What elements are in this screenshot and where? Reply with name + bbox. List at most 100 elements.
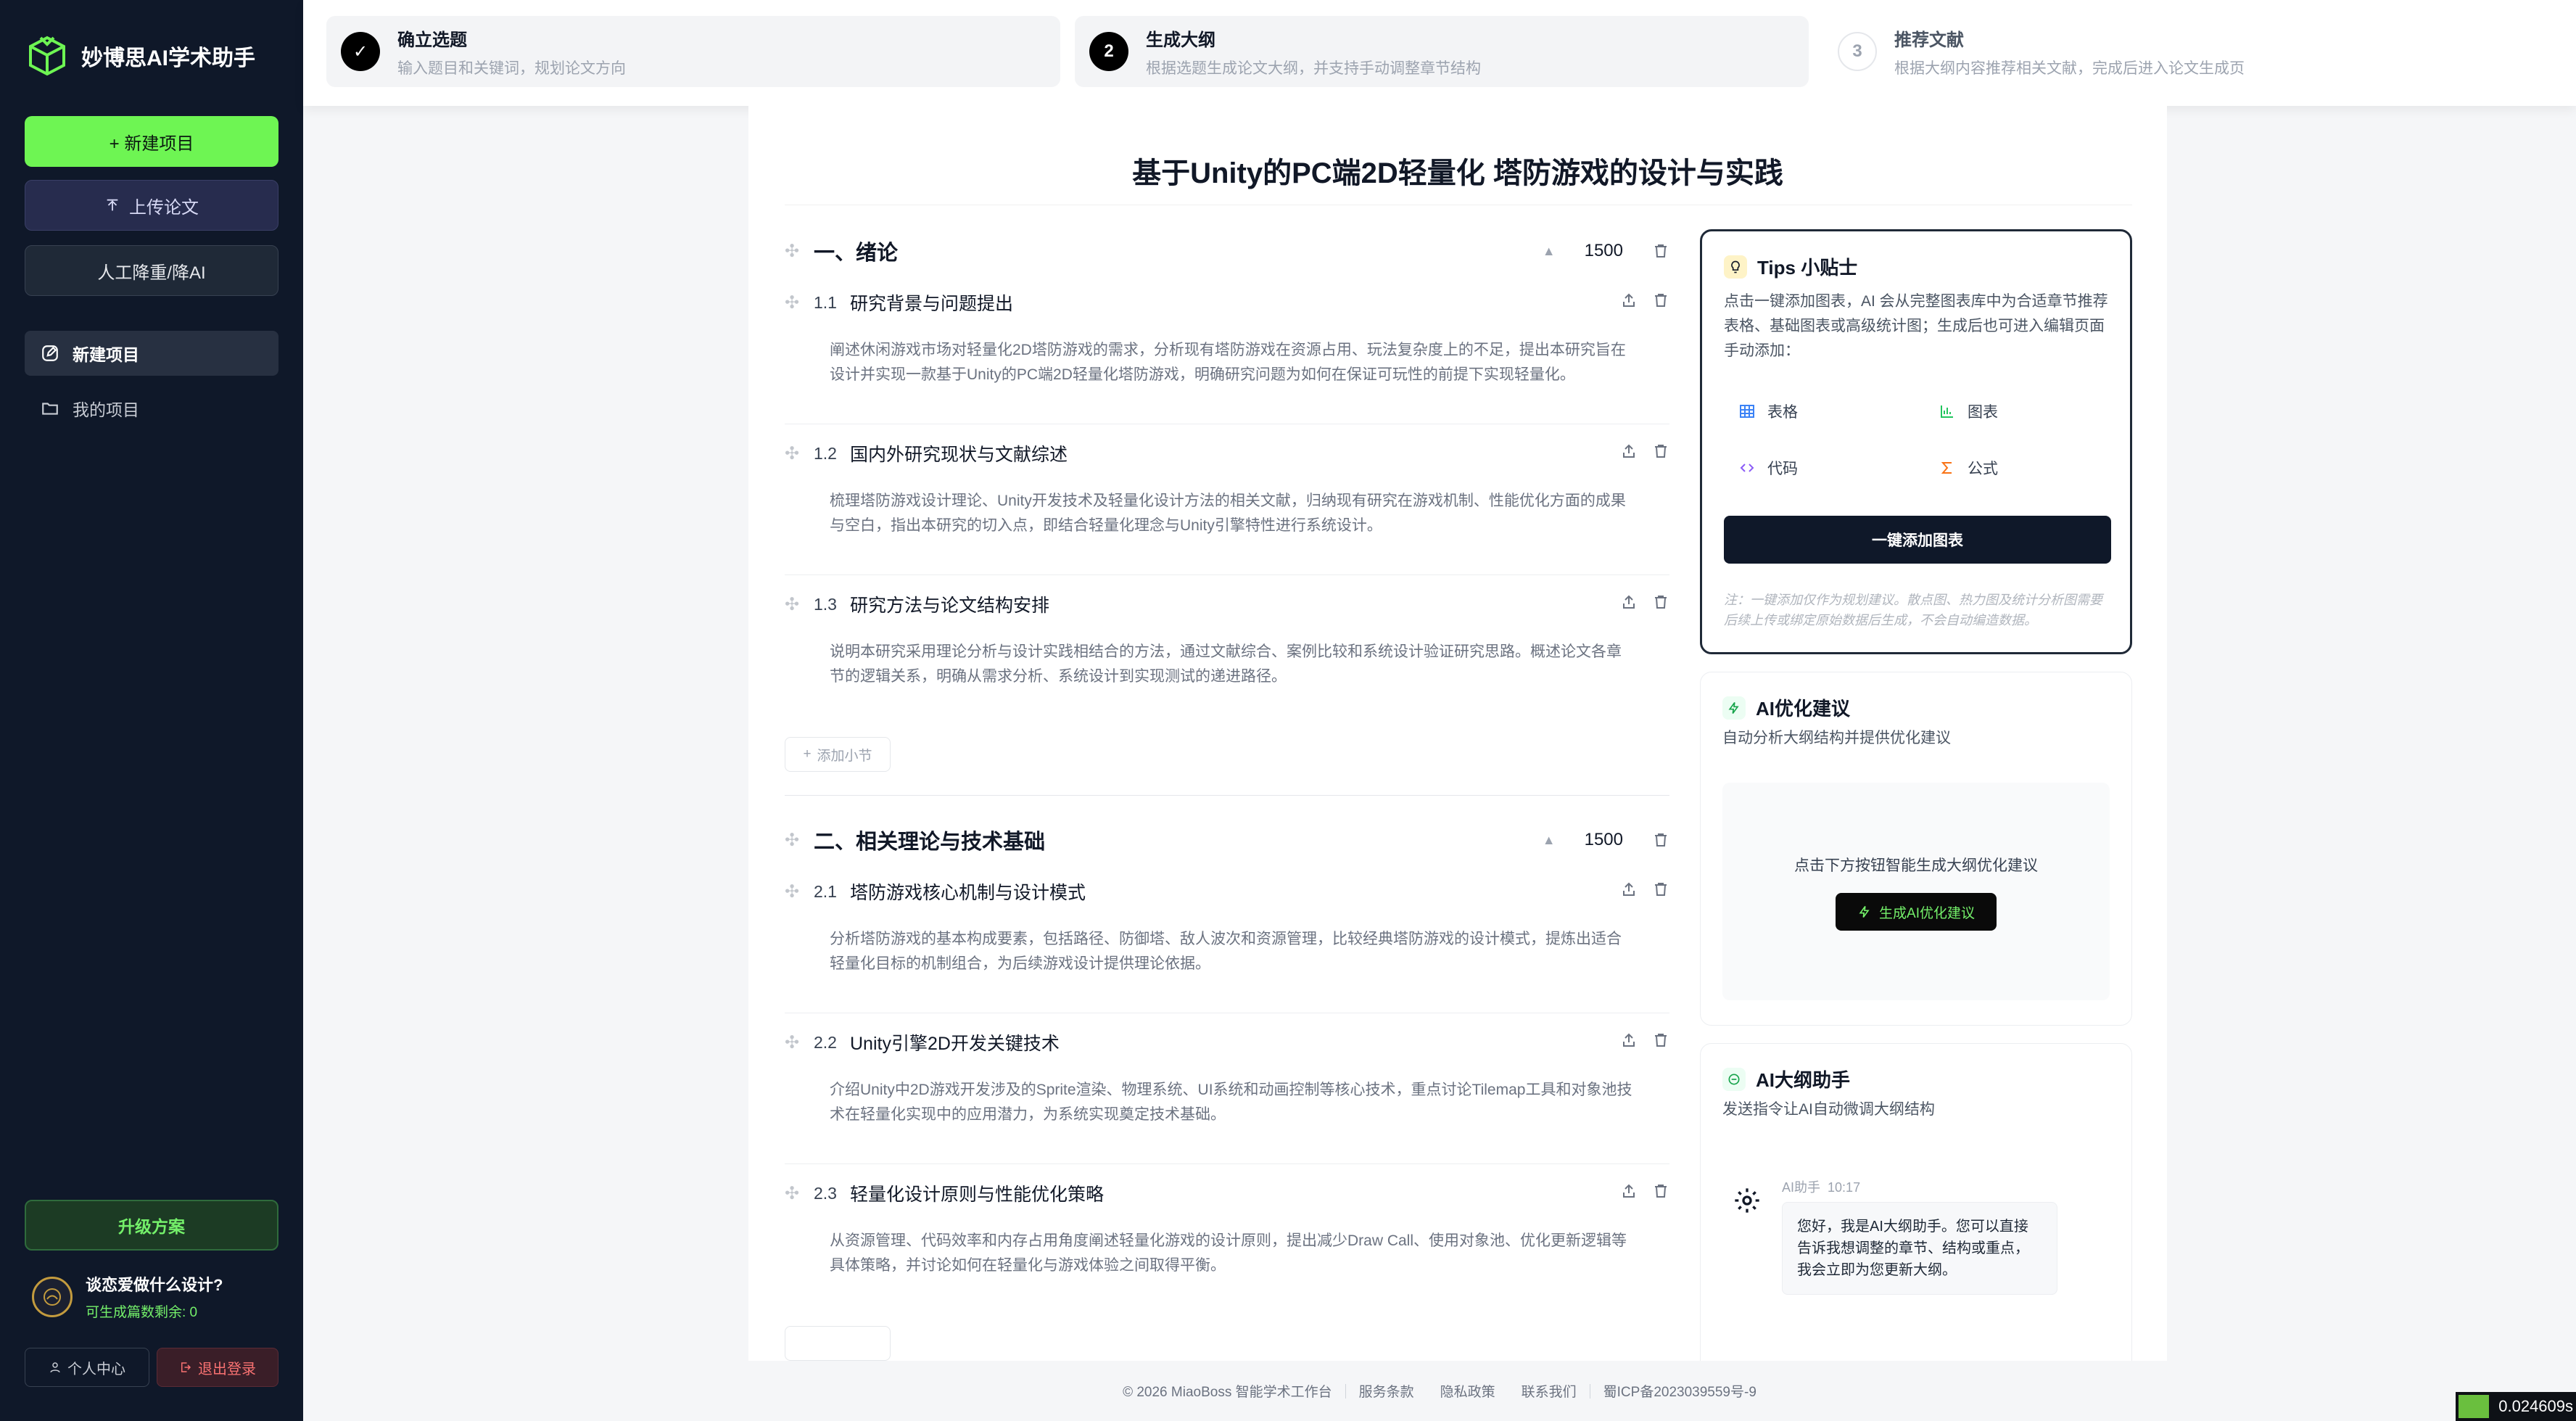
user-avatar-icon — [44, 1288, 61, 1306]
section-title[interactable]: 塔防游戏核心机制与设计模式 — [850, 878, 1086, 905]
section-summary[interactable]: 说明本研究采用理论分析与设计实践相结合的方法，通过文献综合、案例比较和系统设计验… — [830, 640, 1635, 689]
tool-label: 图表 — [1968, 404, 1998, 421]
privacy-link[interactable]: 隐私政策 — [1427, 1381, 1508, 1401]
section-number: 2.3 — [814, 1183, 837, 1203]
divider — [785, 795, 1669, 796]
trash-icon[interactable] — [1652, 442, 1669, 460]
trash-icon[interactable] — [1652, 1031, 1669, 1049]
ai-chat-title: AI大纲助手 — [1756, 1069, 1851, 1091]
new-project-label: + 新建项目 — [109, 133, 194, 154]
tool-table[interactable]: 表格 — [1724, 391, 1905, 432]
step-title: 推荐文献 — [1894, 30, 1964, 50]
nav-item-new-project[interactable]: 新建项目 — [25, 331, 278, 376]
profile-button[interactable]: 个人中心 — [25, 1348, 149, 1387]
ai-optimize-prompt: 点击下方按钮智能生成大纲优化建议 — [1794, 857, 2038, 874]
tool-formula[interactable]: 公式 — [1924, 448, 2105, 488]
drag-handle-icon[interactable]: ✣ — [785, 830, 814, 851]
drag-handle-icon[interactable]: ✣ — [785, 1183, 814, 1204]
trash-icon[interactable] — [1652, 831, 1669, 849]
drag-handle-icon[interactable]: ✣ — [785, 881, 814, 902]
step-number: 3 — [1838, 32, 1877, 71]
section-summary[interactable]: 梳理塔防游戏设计理论、Unity开发技术及轻量化设计方法的相关文献，归纳现有研究… — [830, 489, 1635, 538]
bot-avatar-icon — [1735, 1188, 1759, 1213]
section-title[interactable]: 研究方法与论文结构安排 — [850, 591, 1049, 617]
trash-icon[interactable] — [1652, 881, 1669, 898]
new-project-button[interactable]: + 新建项目 — [25, 116, 278, 167]
chat-meta: AI助手 10:17 — [1782, 1177, 1860, 1196]
tips-panel: Tips 小贴士 点击一键添加图表，AI 会从完整图表库中为合适章节推荐表格、基… — [1700, 229, 2132, 654]
section-summary[interactable]: 从资源管理、代码效率和内存占用角度阐述轻量化游戏的设计原则，提出减少Draw C… — [830, 1229, 1635, 1278]
step-3[interactable]: 3 推荐文献 根据大纲内容推荐相关文献，完成后进入论文生成页 — [1823, 16, 2548, 87]
section-title[interactable]: Unity引擎2D开发关键技术 — [850, 1029, 1060, 1055]
word-count[interactable]: 1500 — [1585, 830, 1623, 850]
section-title[interactable]: 国内外研究现状与文献综述 — [850, 440, 1068, 466]
drag-handle-icon[interactable]: ✣ — [785, 1032, 814, 1053]
section-number: 2.2 — [814, 1032, 837, 1052]
nav-item-my-projects[interactable]: 我的项目 — [25, 386, 278, 431]
word-count[interactable]: 1500 — [1585, 241, 1623, 261]
page-title: 基于Unity的PC端2D轻量化 塔防游戏的设计与实践 — [1132, 157, 1783, 189]
step-1[interactable]: ✓ 确立选题 输入题目和关键词，规划论文方向 — [326, 16, 1060, 87]
add-subsection-button[interactable]: + 添加小节 — [785, 737, 891, 772]
plus-icon: + — [803, 746, 812, 762]
drag-handle-icon[interactable]: ✣ — [785, 241, 814, 262]
share-icon[interactable] — [1620, 1031, 1638, 1049]
chapter-row[interactable]: ✣ 二、相关理论与技术基础 ▲ 1500 — [785, 818, 1669, 862]
trash-icon[interactable] — [1652, 1182, 1669, 1200]
drag-handle-icon[interactable]: ✣ — [785, 292, 814, 313]
ai-reduce-button[interactable]: 人工降重/降AI — [25, 245, 278, 296]
share-icon[interactable] — [1620, 1182, 1638, 1200]
tool-label: 表格 — [1767, 404, 1798, 421]
share-icon[interactable] — [1620, 593, 1638, 611]
section-title[interactable]: 研究背景与问题提出 — [850, 289, 1013, 316]
generate-ai-suggestion-button[interactable]: 生成AI优化建议 — [1836, 893, 1997, 931]
code-icon — [1740, 464, 1754, 472]
upload-icon — [107, 199, 118, 211]
chat-time: 10:17 — [1828, 1180, 1861, 1195]
share-icon[interactable] — [1620, 881, 1638, 898]
logout-label: 退出登录 — [198, 1361, 256, 1377]
collapse-icon[interactable]: ▲ — [1543, 244, 1556, 259]
drag-handle-icon[interactable]: ✣ — [785, 594, 814, 615]
share-icon[interactable] — [1620, 442, 1638, 460]
nav-item-label: 我的项目 — [73, 400, 139, 419]
logout-button[interactable]: 退出登录 — [157, 1348, 278, 1387]
trash-icon[interactable] — [1652, 292, 1669, 309]
chapter-title[interactable]: 二、相关理论与技术基础 — [814, 825, 1045, 855]
tool-code[interactable]: 代码 — [1724, 448, 1905, 488]
ai-chat-panel: AI大纲助手 发送指令让AI自动微调大纲结构 AI助手 10:17 您好，我是A… — [1700, 1043, 2132, 1361]
chapter-title[interactable]: 一、绪论 — [814, 236, 898, 266]
terms-link[interactable]: 服务条款 — [1346, 1381, 1427, 1401]
contact-link[interactable]: 联系我们 — [1508, 1381, 1590, 1401]
progress-steps: ✓ 确立选题 输入题目和关键词，规划论文方向 2 生成大纲 根据选题生成论文大纲… — [303, 0, 2576, 106]
lightbulb-icon — [1724, 255, 1747, 279]
icp-link[interactable]: 蜀ICP备2023039559号-9 — [1590, 1381, 1770, 1401]
upload-paper-button[interactable]: 上传论文 — [25, 180, 278, 231]
tips-desc: 点击一键添加图表，AI 会从完整图表库中为合适章节推荐表格、基础图表或高级统计图… — [1724, 293, 2108, 359]
step-2[interactable]: 2 生成大纲 根据选题生成论文大纲，并支持手动调整章节结构 — [1075, 16, 1809, 87]
divider — [785, 1163, 1669, 1164]
drag-handle-icon[interactable]: ✣ — [785, 443, 814, 464]
trash-icon[interactable] — [1652, 242, 1669, 260]
trash-icon[interactable] — [1652, 593, 1669, 611]
section-summary[interactable]: 分析塔防游戏的基本构成要素，包括路径、防御塔、敌人波次和资源管理，比较经典塔防游… — [830, 927, 1635, 976]
section-summary[interactable]: 介绍Unity中2D游戏开发涉及的Sprite渲染、物理系统、UI系统和动画控制… — [830, 1078, 1635, 1127]
chapter-row[interactable]: ✣ 一、绪论 ▲ 1500 — [785, 229, 1669, 273]
collapse-icon[interactable]: ▲ — [1543, 833, 1556, 848]
step-number: 2 — [1089, 32, 1128, 71]
chat-icon — [1722, 1067, 1746, 1091]
add-charts-button[interactable]: 一键添加图表 — [1724, 516, 2111, 564]
share-icon[interactable] — [1620, 292, 1638, 309]
upgrade-button[interactable]: 升级方案 — [25, 1200, 278, 1251]
ai-optimize-desc: 自动分析大纲结构并提供优化建议 — [1722, 730, 1951, 746]
brand[interactable]: 妙博思AI学术助手 — [26, 35, 255, 77]
section-title[interactable]: 轻量化设计原则与性能优化策略 — [850, 1180, 1104, 1206]
section-summary[interactable]: 阐述休闲游戏市场对轻量化2D塔防游戏的需求，分析现有塔防游戏在资源占用、玩法复杂… — [830, 338, 1635, 387]
step-desc: 输入题目和关键词，规划论文方向 — [397, 59, 626, 77]
outline-editor: 基于Unity的PC端2D轻量化 塔防游戏的设计与实践 ✣ 一、绪论 ▲ 150… — [748, 106, 2167, 1361]
tool-chart[interactable]: 图表 — [1924, 391, 2105, 432]
lightning-icon — [1722, 696, 1746, 720]
speed-indicator: 0.024609s — [2456, 1392, 2576, 1421]
add-subsection-button[interactable] — [785, 1326, 891, 1361]
ai-reduce-label: 人工降重/降AI — [97, 263, 206, 283]
